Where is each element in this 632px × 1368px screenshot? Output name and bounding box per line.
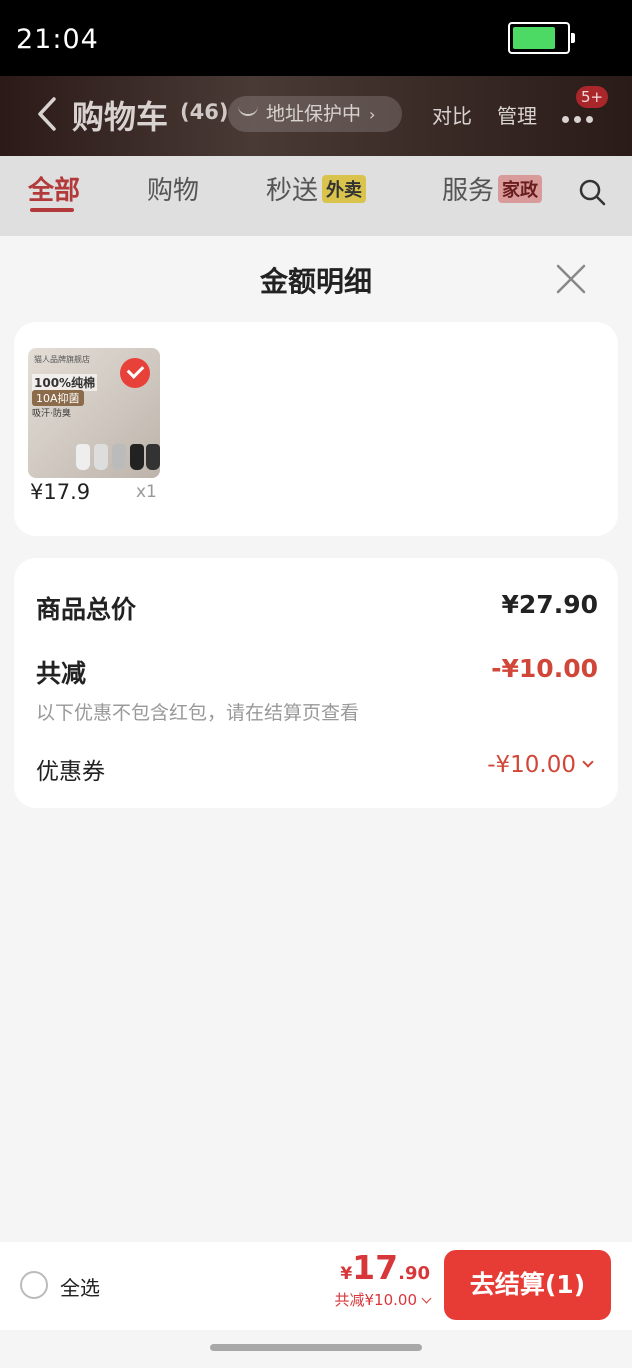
shield-icon bbox=[238, 104, 258, 116]
total-reduce-value: -¥10.00 bbox=[491, 654, 598, 683]
selected-check-icon bbox=[120, 358, 150, 388]
home-indicator-area bbox=[0, 1330, 632, 1368]
select-all-radio[interactable] bbox=[20, 1271, 48, 1299]
product-thumbnail[interactable]: 猫人品牌旗舰店 100%纯棉 10A抑菌 吸汗·防臭 bbox=[28, 348, 160, 478]
coupon-value-button[interactable]: -¥10.00 bbox=[487, 752, 594, 778]
total-price-value: ¥27.90 bbox=[501, 590, 598, 619]
total-yen: ¥ bbox=[340, 1264, 353, 1284]
compare-button[interactable]: 对比 bbox=[432, 100, 472, 129]
chevron-down-icon bbox=[421, 1293, 432, 1304]
battery-fill bbox=[513, 27, 555, 49]
sock-black-2 bbox=[146, 444, 160, 470]
tab-all[interactable]: 全部 bbox=[28, 170, 80, 207]
sock-white bbox=[76, 444, 90, 470]
housekeeping-tag: 家政 bbox=[498, 175, 543, 203]
battery-cap bbox=[571, 33, 575, 43]
coupon-value: -¥10.00 bbox=[487, 752, 576, 778]
address-protect-button[interactable]: 地址保护中 › bbox=[228, 96, 402, 132]
address-protect-label: 地址保护中 bbox=[266, 103, 362, 125]
search-icon[interactable] bbox=[578, 178, 606, 206]
amount-detail-sheet: 金额明细 猫人品牌旗舰店 100%纯棉 10A抑菌 吸汗·防臭 ¥17.9 x1… bbox=[0, 236, 632, 1368]
coupon-label: 优惠券 bbox=[36, 759, 105, 785]
status-bar: 21:04 bbox=[0, 0, 632, 76]
tab-service-label: 服务 bbox=[442, 176, 495, 206]
chevron-right-icon: › bbox=[369, 105, 376, 124]
sock-lightgrey bbox=[112, 444, 126, 470]
discount-note: 以下优惠不包含红包，请在结算页查看 bbox=[36, 702, 360, 724]
takeout-tag: 外卖 bbox=[322, 175, 367, 203]
product-quantity: x1 bbox=[136, 482, 157, 502]
checkout-button[interactable]: 去结算(1) bbox=[444, 1250, 611, 1320]
home-indicator[interactable] bbox=[210, 1344, 422, 1351]
product-price: ¥17.9 bbox=[30, 480, 91, 504]
total-amount: ¥17.90 共减¥10.00 bbox=[334, 1248, 432, 1310]
sock-black bbox=[130, 444, 144, 470]
discount-summary: 共减¥10.00 bbox=[334, 1291, 418, 1309]
tab-service[interactable]: 服务 家政 bbox=[442, 170, 543, 207]
back-arrow-icon[interactable] bbox=[34, 96, 60, 132]
sheet-title: 金额明细 bbox=[259, 265, 372, 298]
more-icon[interactable] bbox=[562, 108, 602, 123]
tab-all-label: 全部 bbox=[28, 176, 81, 206]
category-tabs: 全部 购物 秒送 外卖 服务 家政 bbox=[0, 156, 632, 236]
thumb-text-cotton: 100%纯棉 bbox=[32, 374, 98, 391]
tab-instant[interactable]: 秒送 外卖 bbox=[266, 170, 367, 207]
total-int: 17 bbox=[352, 1248, 399, 1287]
notification-badge: 5+ bbox=[576, 86, 609, 108]
close-icon[interactable] bbox=[554, 262, 588, 296]
select-all-label[interactable]: 全选 bbox=[60, 1272, 100, 1301]
thumb-text-antibacterial: 10A抑菌 bbox=[32, 390, 84, 406]
cart-count: (46) bbox=[180, 100, 229, 124]
price-summary-card: 商品总价 ¥27.90 共减 -¥10.00 以下优惠不包含红包，请在结算页查看… bbox=[14, 558, 618, 808]
total-dec: .90 bbox=[398, 1263, 430, 1284]
tab-instant-label: 秒送 bbox=[266, 176, 319, 206]
tab-shopping-label: 购物 bbox=[147, 176, 200, 206]
manage-button[interactable]: 管理 bbox=[497, 100, 537, 129]
page-title: 购物车 bbox=[72, 98, 169, 136]
checkout-bar: 全选 ¥17.90 共减¥10.00 去结算(1) bbox=[0, 1242, 632, 1330]
thumb-brand-text: 猫人品牌旗舰店 bbox=[34, 355, 90, 364]
sock-grey bbox=[94, 444, 108, 470]
total-reduce-label: 共减 bbox=[36, 659, 87, 688]
total-price-label: 商品总价 bbox=[36, 595, 137, 624]
product-card: 猫人品牌旗舰店 100%纯棉 10A抑菌 吸汗·防臭 ¥17.9 x1 bbox=[14, 322, 618, 536]
cart-header: 购物车 (46) 地址保护中 › 对比 管理 5+ bbox=[0, 76, 632, 156]
discount-detail-button[interactable]: 共减¥10.00 bbox=[334, 1289, 432, 1310]
chevron-down-icon bbox=[582, 756, 594, 768]
total-price: ¥17.90 bbox=[335, 1248, 430, 1287]
active-tab-indicator bbox=[30, 208, 74, 212]
tab-shopping[interactable]: 购物 bbox=[147, 170, 199, 207]
battery-icon bbox=[508, 22, 575, 54]
status-time: 21:04 bbox=[16, 24, 99, 55]
thumb-text-sweat: 吸汗·防臭 bbox=[32, 409, 71, 419]
